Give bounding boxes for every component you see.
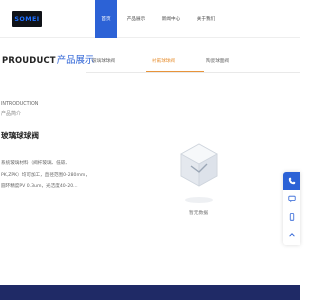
tabs-divider <box>86 72 300 73</box>
side-toolbar <box>283 172 300 245</box>
chat-button[interactable] <box>283 190 300 208</box>
back-to-top-icon <box>288 233 295 237</box>
section-heading: PROUDUCT 产品展示 <box>2 52 94 66</box>
chat-icon <box>287 195 296 203</box>
tab-lined-ball-valve[interactable]: 衬氟球球阀 <box>146 50 206 72</box>
category-tabs: 玻璃球球阀 衬氟球球阀 陶瓷球面阀 <box>86 50 300 72</box>
phone-icon <box>288 177 295 185</box>
product-description: 系统玻璃材料（阀杆玻璃、低碳、 PK,ZPK）均可加工，直径范围0-280mm，… <box>1 158 91 193</box>
mobile-button[interactable] <box>283 208 300 226</box>
empty-box-icon <box>180 143 218 203</box>
nav-item-products[interactable]: 产品展示 <box>120 0 152 38</box>
phone-button[interactable] <box>283 172 300 190</box>
description-line: PK,ZPK）均可加工，直径范围0-280mm， <box>1 172 91 178</box>
logo-text: SOMEI <box>14 15 40 23</box>
site-header: SOMEI 首页 产品展示 新闻中心 关于我们 <box>0 0 300 38</box>
nav-item-home[interactable]: 首页 <box>95 0 117 38</box>
tab-ceramic-valve[interactable]: 陶瓷球面阀 <box>206 50 266 72</box>
description-line: 圆环精度PV 0.3um，光洁度40-20... <box>1 184 78 189</box>
intro-label-cn: 产品简介 <box>1 111 22 117</box>
empty-state-text: 暂无数据 <box>189 211 209 216</box>
product-name: 玻璃球球阀 <box>1 131 39 140</box>
nav-item-news[interactable]: 新闻中心 <box>155 0 187 38</box>
intro-label-en: INTRODUCTION <box>1 102 39 107</box>
section-title-en: PROUDUCT <box>2 55 56 65</box>
nav-item-about[interactable]: 关于我们 <box>190 0 222 38</box>
brand-logo[interactable]: SOMEI <box>12 11 42 27</box>
mobile-icon <box>289 213 294 221</box>
main-nav: 首页 产品展示 新闻中心 关于我们 <box>95 0 222 38</box>
tab-glass-ball-valve[interactable]: 玻璃球球阀 <box>86 50 146 72</box>
back-to-top-button[interactable] <box>283 226 300 244</box>
site-footer <box>0 285 300 300</box>
description-line: 系统玻璃材料（阀杆玻璃、低碳、 <box>1 161 70 166</box>
